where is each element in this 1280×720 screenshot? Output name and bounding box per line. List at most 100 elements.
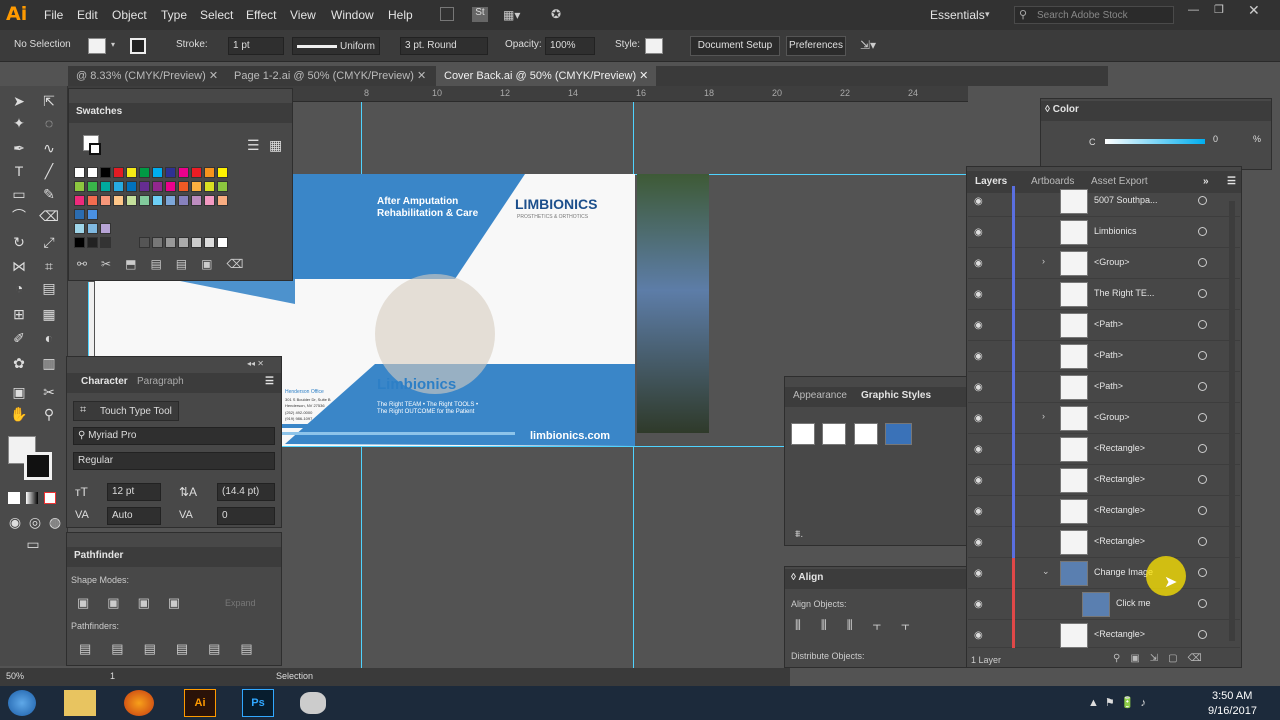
menu-select[interactable]: Select	[200, 8, 233, 22]
color-swatch[interactable]	[87, 167, 98, 178]
expand-triangle-icon[interactable]: ›	[1042, 256, 1045, 266]
layer-name[interactable]: The Right TE...	[1094, 288, 1154, 298]
swatches-title[interactable]: Swatches	[76, 106, 122, 117]
stroke-color-box[interactable]	[24, 452, 52, 480]
target-circle-icon[interactable]	[1198, 413, 1207, 422]
leading-field[interactable]: (14.4 pt)	[217, 483, 275, 501]
rotate-tool-icon[interactable]: ↻	[8, 232, 30, 252]
tab-document-1[interactable]: @ 8.33% (CMYK/Preview) ✕	[68, 66, 226, 86]
swatch-stroke-preview[interactable]	[89, 143, 101, 155]
tab-graphic-styles[interactable]: Graphic Styles	[861, 390, 931, 401]
layer-actions-icons[interactable]: ⚲▣⇲▢⌫	[1113, 653, 1212, 664]
expand-button[interactable]: Expand	[225, 598, 256, 608]
tab-paragraph[interactable]: Paragraph	[137, 376, 184, 387]
color-swatch[interactable]	[113, 167, 124, 178]
menu-type[interactable]: Type	[161, 8, 187, 22]
slice-tool-icon[interactable]: ✂	[38, 382, 60, 402]
layer-name[interactable]: <Rectangle>	[1094, 505, 1145, 515]
close-icon[interactable]: ✕	[639, 70, 648, 82]
line-tool-icon[interactable]: ╱	[38, 161, 60, 181]
paintbrush-icon[interactable]: ✎	[38, 184, 60, 204]
layer-name[interactable]: Limbionics	[1094, 226, 1137, 236]
artboard-number[interactable]: 1	[110, 671, 115, 681]
document-setup-button[interactable]: Document Setup	[690, 36, 780, 56]
color-swatch[interactable]	[100, 195, 111, 206]
free-transform-icon[interactable]: ⌗	[38, 256, 60, 276]
target-circle-icon[interactable]	[1198, 444, 1207, 453]
font-family-select[interactable]: ⚲ Myriad Pro	[73, 427, 275, 445]
visibility-eye-icon[interactable]: ◉	[974, 537, 983, 548]
magic-wand-icon[interactable]: ✦	[8, 113, 30, 133]
draw-behind-icon[interactable]: ◎	[24, 512, 46, 532]
scale-tool-icon[interactable]: ⤢	[38, 232, 60, 252]
color-swatch[interactable]	[178, 195, 189, 206]
align-title[interactable]: ◊ Align	[791, 572, 823, 583]
color-swatch[interactable]	[165, 195, 176, 206]
file-explorer-icon[interactable]	[64, 690, 96, 716]
shape-builder-icon[interactable]: ◔	[8, 278, 30, 298]
tab-appearance[interactable]: Appearance	[793, 390, 847, 401]
target-circle-icon[interactable]	[1198, 196, 1207, 205]
target-circle-icon[interactable]	[1198, 382, 1207, 391]
visibility-eye-icon[interactable]: ◉	[974, 351, 983, 362]
illustrator-taskbar-icon[interactable]: Ai	[184, 689, 216, 717]
close-icon[interactable]: ✕	[417, 70, 426, 82]
visibility-eye-icon[interactable]: ◉	[974, 320, 983, 331]
color-swatch[interactable]	[113, 195, 124, 206]
color-swatch[interactable]	[100, 237, 111, 248]
color-swatch[interactable]	[87, 195, 98, 206]
restore-icon[interactable]: ❐	[1214, 3, 1224, 16]
color-swatch[interactable]	[74, 181, 85, 192]
bridge-icon[interactable]	[440, 7, 454, 21]
color-title[interactable]: ◊ Color	[1045, 104, 1079, 115]
color-swatch[interactable]	[178, 167, 189, 178]
graphic-style-item[interactable]	[822, 423, 846, 445]
collapse-triangle-icon[interactable]: ⌄	[1042, 566, 1050, 577]
close-icon[interactable]: ✕	[209, 70, 218, 82]
gradient-tool-icon[interactable]: ▦	[38, 304, 60, 324]
stroke-weight-field[interactable]: 1 pt	[228, 37, 284, 55]
thumbnail-view-icon[interactable]: ▦	[269, 137, 282, 154]
stroke-profile-select[interactable]: Uniform	[292, 37, 380, 55]
list-view-icon[interactable]: ☰	[247, 137, 260, 154]
layer-name[interactable]: <Rectangle>	[1094, 629, 1145, 639]
layer-row[interactable]: ◉ <Rectangle>	[968, 527, 1240, 558]
color-swatch[interactable]	[152, 181, 163, 192]
menu-effect[interactable]: Effect	[246, 8, 276, 22]
color-swatch[interactable]	[126, 181, 137, 192]
color-swatch[interactable]	[217, 181, 228, 192]
layer-row[interactable]: ◉ <Rectangle>	[968, 465, 1240, 496]
color-swatch[interactable]	[100, 223, 111, 234]
visibility-eye-icon[interactable]: ◉	[974, 506, 983, 517]
layer-row[interactable]: ◉ <Path>	[968, 310, 1240, 341]
gpu-icon[interactable]: ✪	[551, 7, 561, 21]
layer-name[interactable]: <Group>	[1094, 257, 1130, 267]
layer-row[interactable]: ◉ <Path>	[968, 372, 1240, 403]
cyan-value[interactable]: 0	[1213, 134, 1218, 144]
workspace-switcher[interactable]: Essentials	[930, 8, 985, 22]
layer-row-change-image[interactable]: ◉ ⌄ Change Image	[968, 558, 1240, 589]
gradient-mode-icon[interactable]	[26, 492, 38, 504]
eyedropper-icon[interactable]: ✐	[8, 328, 30, 348]
menu-edit[interactable]: Edit	[77, 8, 98, 22]
visibility-eye-icon[interactable]: ◉	[974, 289, 983, 300]
chevron-down-icon[interactable]: ▾	[985, 9, 990, 20]
layer-name[interactable]: <Path>	[1094, 350, 1123, 360]
layer-name[interactable]: Click me	[1116, 598, 1151, 608]
color-mode-icon[interactable]	[8, 492, 20, 504]
zoom-level[interactable]: 50%	[6, 671, 24, 681]
shape-mode-icons[interactable]: ▣▣▣▣	[77, 595, 198, 611]
tab-page-1-2[interactable]: Page 1-2.ai @ 50% (CMYK/Preview) ✕	[226, 66, 434, 86]
shaper-tool-icon[interactable]: ⌒	[8, 206, 30, 226]
arrange-documents-icon[interactable]: ▦▾	[503, 8, 520, 22]
target-circle-icon[interactable]	[1198, 475, 1207, 484]
pathfinder-title[interactable]: Pathfinder	[74, 550, 123, 561]
cyan-slider[interactable]	[1105, 139, 1205, 144]
start-button[interactable]	[8, 690, 36, 716]
current-tool[interactable]: Selection	[276, 671, 313, 681]
photoshop-taskbar-icon[interactable]: Ps	[242, 689, 274, 717]
visibility-eye-icon[interactable]: ◉	[974, 568, 983, 579]
fill-swatch[interactable]	[88, 38, 106, 54]
target-circle-icon[interactable]	[1198, 599, 1207, 608]
color-swatch[interactable]	[152, 237, 163, 248]
